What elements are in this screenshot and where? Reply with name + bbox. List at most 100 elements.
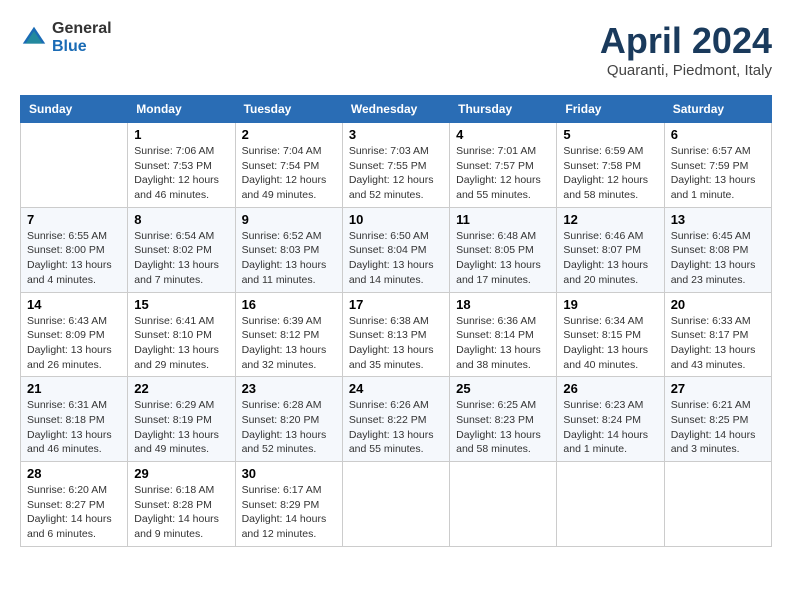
day-number: 12 [563, 212, 657, 227]
day-info: Sunrise: 7:06 AM Sunset: 7:53 PM Dayligh… [134, 144, 228, 203]
title-block: April 2024 Quaranti, Piedmont, Italy [600, 20, 772, 79]
day-number: 18 [456, 297, 550, 312]
day-info: Sunrise: 6:50 AM Sunset: 8:04 PM Dayligh… [349, 229, 443, 288]
calendar-cell [21, 123, 128, 208]
day-number: 4 [456, 127, 550, 142]
calendar-cell: 17 Sunrise: 6:38 AM Sunset: 8:13 PM Dayli… [342, 292, 449, 377]
calendar-week-1: 1 Sunrise: 7:06 AM Sunset: 7:53 PM Daylig… [21, 123, 772, 208]
day-number: 15 [134, 297, 228, 312]
calendar-cell: 30 Sunrise: 6:17 AM Sunset: 8:29 PM Dayli… [235, 462, 342, 547]
calendar-cell: 16 Sunrise: 6:39 AM Sunset: 8:12 PM Dayli… [235, 292, 342, 377]
calendar-week-5: 28 Sunrise: 6:20 AM Sunset: 8:27 PM Dayli… [21, 462, 772, 547]
calendar-cell: 3 Sunrise: 7:03 AM Sunset: 7:55 PM Daylig… [342, 123, 449, 208]
day-number: 21 [27, 381, 121, 396]
day-number: 19 [563, 297, 657, 312]
day-number: 8 [134, 212, 228, 227]
day-number: 26 [563, 381, 657, 396]
col-header-monday: Monday [128, 96, 235, 123]
day-info: Sunrise: 6:48 AM Sunset: 8:05 PM Dayligh… [456, 229, 550, 288]
day-number: 29 [134, 466, 228, 481]
logo-text: General Blue [52, 20, 112, 55]
day-info: Sunrise: 6:38 AM Sunset: 8:13 PM Dayligh… [349, 314, 443, 373]
col-header-wednesday: Wednesday [342, 96, 449, 123]
calendar-cell: 18 Sunrise: 6:36 AM Sunset: 8:14 PM Dayli… [450, 292, 557, 377]
calendar-week-4: 21 Sunrise: 6:31 AM Sunset: 8:18 PM Dayli… [21, 377, 772, 462]
calendar-header: SundayMondayTuesdayWednesdayThursdayFrid… [21, 96, 772, 123]
calendar-cell [342, 462, 449, 547]
day-info: Sunrise: 6:39 AM Sunset: 8:12 PM Dayligh… [242, 314, 336, 373]
day-info: Sunrise: 6:20 AM Sunset: 8:27 PM Dayligh… [27, 483, 121, 542]
day-info: Sunrise: 6:59 AM Sunset: 7:58 PM Dayligh… [563, 144, 657, 203]
col-header-friday: Friday [557, 96, 664, 123]
calendar-cell: 19 Sunrise: 6:34 AM Sunset: 8:15 PM Dayli… [557, 292, 664, 377]
day-info: Sunrise: 6:36 AM Sunset: 8:14 PM Dayligh… [456, 314, 550, 373]
day-info: Sunrise: 6:41 AM Sunset: 8:10 PM Dayligh… [134, 314, 228, 373]
day-number: 13 [671, 212, 765, 227]
calendar-cell: 25 Sunrise: 6:25 AM Sunset: 8:23 PM Dayli… [450, 377, 557, 462]
calendar-cell: 12Sunrise: 6:46 AM Sunset: 8:07 PM Dayli… [557, 207, 664, 292]
calendar-cell: 8 Sunrise: 6:54 AM Sunset: 8:02 PM Daylig… [128, 207, 235, 292]
calendar-cell: 29Sunrise: 6:18 AM Sunset: 8:28 PM Dayli… [128, 462, 235, 547]
day-info: Sunrise: 6:17 AM Sunset: 8:29 PM Dayligh… [242, 483, 336, 542]
day-number: 7 [27, 212, 121, 227]
day-number: 2 [242, 127, 336, 142]
calendar-cell: 2 Sunrise: 7:04 AM Sunset: 7:54 PM Daylig… [235, 123, 342, 208]
day-number: 28 [27, 466, 121, 481]
day-info: Sunrise: 6:34 AM Sunset: 8:15 PM Dayligh… [563, 314, 657, 373]
calendar-cell: 7Sunrise: 6:55 AM Sunset: 8:00 PM Daylig… [21, 207, 128, 292]
day-number: 22 [134, 381, 228, 396]
day-info: Sunrise: 6:25 AM Sunset: 8:23 PM Dayligh… [456, 398, 550, 457]
day-info: Sunrise: 6:21 AM Sunset: 8:25 PM Dayligh… [671, 398, 765, 457]
logo-blue-text: Blue [52, 38, 112, 56]
day-info: Sunrise: 7:01 AM Sunset: 7:57 PM Dayligh… [456, 144, 550, 203]
calendar-cell: 10Sunrise: 6:50 AM Sunset: 8:04 PM Dayli… [342, 207, 449, 292]
calendar-cell [664, 462, 771, 547]
day-number: 11 [456, 212, 550, 227]
day-info: Sunrise: 6:23 AM Sunset: 8:24 PM Dayligh… [563, 398, 657, 457]
calendar-cell: 27Sunrise: 6:21 AM Sunset: 8:25 PM Dayli… [664, 377, 771, 462]
calendar-cell: 5Sunrise: 6:59 AM Sunset: 7:58 PM Daylig… [557, 123, 664, 208]
day-number: 30 [242, 466, 336, 481]
page-header: General Blue April 2024 Quaranti, Piedmo… [20, 20, 772, 79]
day-info: Sunrise: 6:31 AM Sunset: 8:18 PM Dayligh… [27, 398, 121, 457]
day-number: 1 [134, 127, 228, 142]
month-title: April 2024 [600, 20, 772, 62]
calendar-cell: 21 Sunrise: 6:31 AM Sunset: 8:18 PM Dayli… [21, 377, 128, 462]
calendar-cell: 26 Sunrise: 6:23 AM Sunset: 8:24 PM Dayli… [557, 377, 664, 462]
day-number: 16 [242, 297, 336, 312]
calendar-cell: 9Sunrise: 6:52 AM Sunset: 8:03 PM Daylig… [235, 207, 342, 292]
day-info: Sunrise: 6:43 AM Sunset: 8:09 PM Dayligh… [27, 314, 121, 373]
calendar-week-3: 14 Sunrise: 6:43 AM Sunset: 8:09 PM Dayli… [21, 292, 772, 377]
day-info: Sunrise: 6:52 AM Sunset: 8:03 PM Dayligh… [242, 229, 336, 288]
calendar-cell: 6 Sunrise: 6:57 AM Sunset: 7:59 PM Daylig… [664, 123, 771, 208]
col-header-saturday: Saturday [664, 96, 771, 123]
day-info: Sunrise: 7:03 AM Sunset: 7:55 PM Dayligh… [349, 144, 443, 203]
header-row: SundayMondayTuesdayWednesdayThursdayFrid… [21, 96, 772, 123]
logo: General Blue [20, 20, 112, 55]
day-info: Sunrise: 7:04 AM Sunset: 7:54 PM Dayligh… [242, 144, 336, 203]
calendar-week-2: 7Sunrise: 6:55 AM Sunset: 8:00 PM Daylig… [21, 207, 772, 292]
day-info: Sunrise: 6:26 AM Sunset: 8:22 PM Dayligh… [349, 398, 443, 457]
day-number: 17 [349, 297, 443, 312]
logo-icon [20, 24, 48, 52]
calendar-cell: 28 Sunrise: 6:20 AM Sunset: 8:27 PM Dayli… [21, 462, 128, 547]
calendar-cell: 1 Sunrise: 7:06 AM Sunset: 7:53 PM Daylig… [128, 123, 235, 208]
day-number: 3 [349, 127, 443, 142]
calendar-cell [557, 462, 664, 547]
calendar-cell: 15 Sunrise: 6:41 AM Sunset: 8:10 PM Dayli… [128, 292, 235, 377]
day-number: 25 [456, 381, 550, 396]
calendar-cell: 13Sunrise: 6:45 AM Sunset: 8:08 PM Dayli… [664, 207, 771, 292]
day-info: Sunrise: 6:28 AM Sunset: 8:20 PM Dayligh… [242, 398, 336, 457]
location-subtitle: Quaranti, Piedmont, Italy [600, 62, 772, 79]
day-number: 23 [242, 381, 336, 396]
calendar-table: SundayMondayTuesdayWednesdayThursdayFrid… [20, 95, 772, 547]
calendar-cell: 20Sunrise: 6:33 AM Sunset: 8:17 PM Dayli… [664, 292, 771, 377]
day-number: 14 [27, 297, 121, 312]
calendar-body: 1 Sunrise: 7:06 AM Sunset: 7:53 PM Daylig… [21, 123, 772, 547]
col-header-thursday: Thursday [450, 96, 557, 123]
day-info: Sunrise: 6:33 AM Sunset: 8:17 PM Dayligh… [671, 314, 765, 373]
day-info: Sunrise: 6:54 AM Sunset: 8:02 PM Dayligh… [134, 229, 228, 288]
day-number: 6 [671, 127, 765, 142]
day-info: Sunrise: 6:57 AM Sunset: 7:59 PM Dayligh… [671, 144, 765, 203]
calendar-cell [450, 462, 557, 547]
